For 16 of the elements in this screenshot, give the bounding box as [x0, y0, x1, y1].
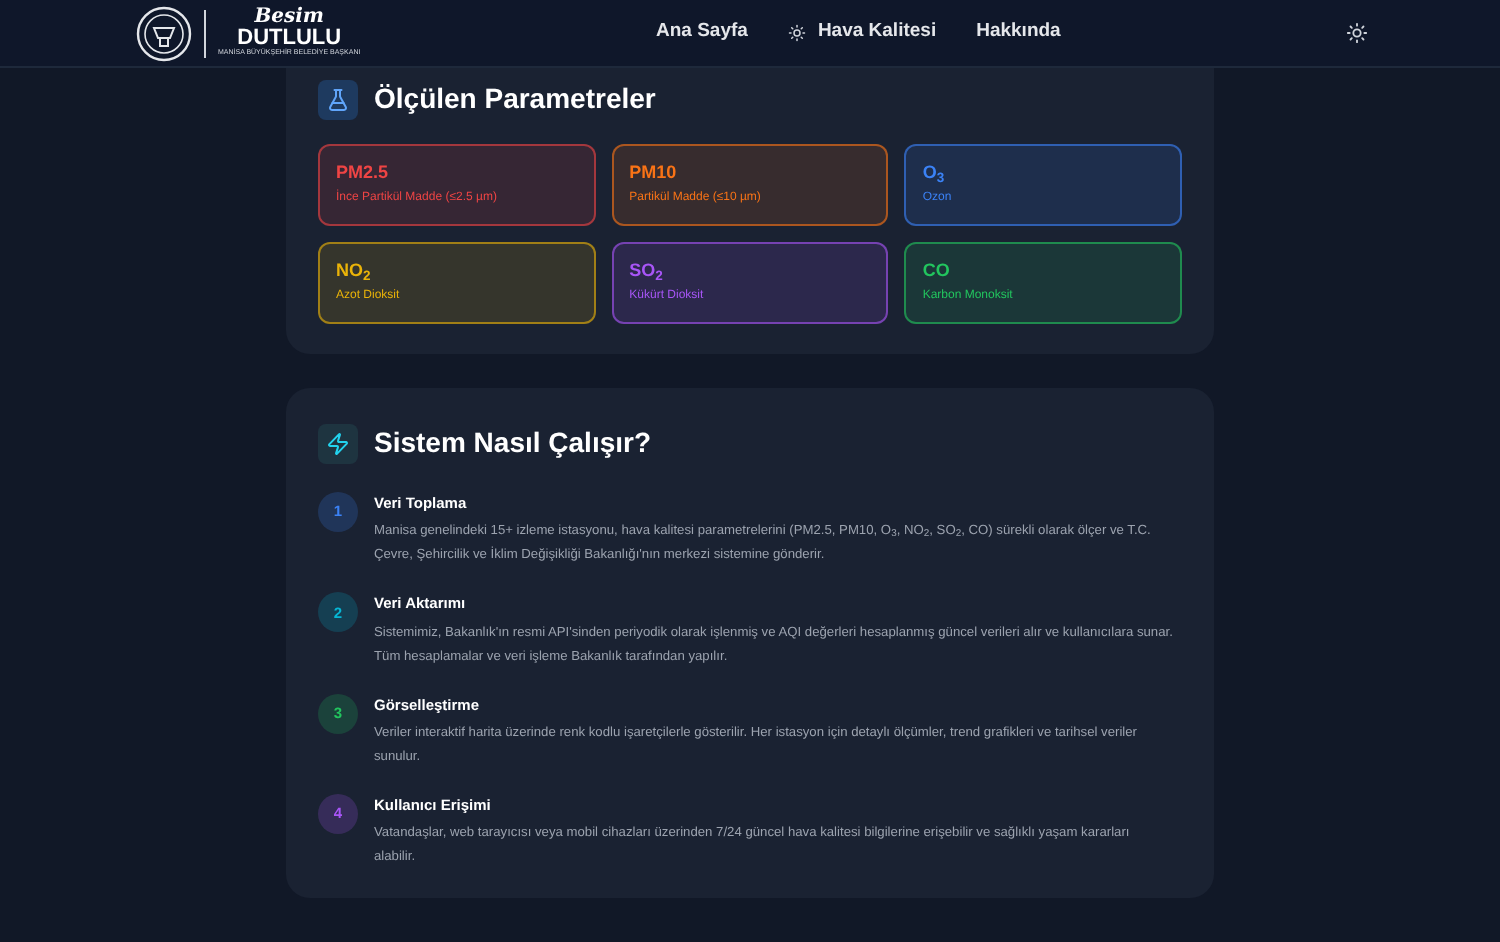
section-title: Ölçülen Parametreler: [374, 80, 656, 118]
parameter-code: PM2.5: [336, 164, 391, 182]
logo-script: Besim: [254, 8, 325, 29]
parameter-code: CO: [922, 262, 952, 280]
parameter-code: O$_{3}$: [922, 164, 947, 182]
lightning-icon: [318, 423, 358, 463]
section-title: Sistem Nasıl Çalışır?: [374, 424, 652, 462]
nav-link[interactable]: Hakkında: [976, 18, 1061, 48]
parameter-code: NO$_{2}$: [336, 262, 373, 280]
sun-icon: [1346, 22, 1368, 44]
nav-link[interactable]: Ana Sayfa: [656, 18, 748, 48]
flask-icon: [318, 79, 358, 119]
emblem-icon: [136, 5, 192, 61]
parameter-code: SO$_{2}$: [629, 262, 665, 280]
nav-link[interactable]: Hava Kalitesi: [787, 18, 937, 48]
parameter-code: PM10: [629, 164, 679, 182]
